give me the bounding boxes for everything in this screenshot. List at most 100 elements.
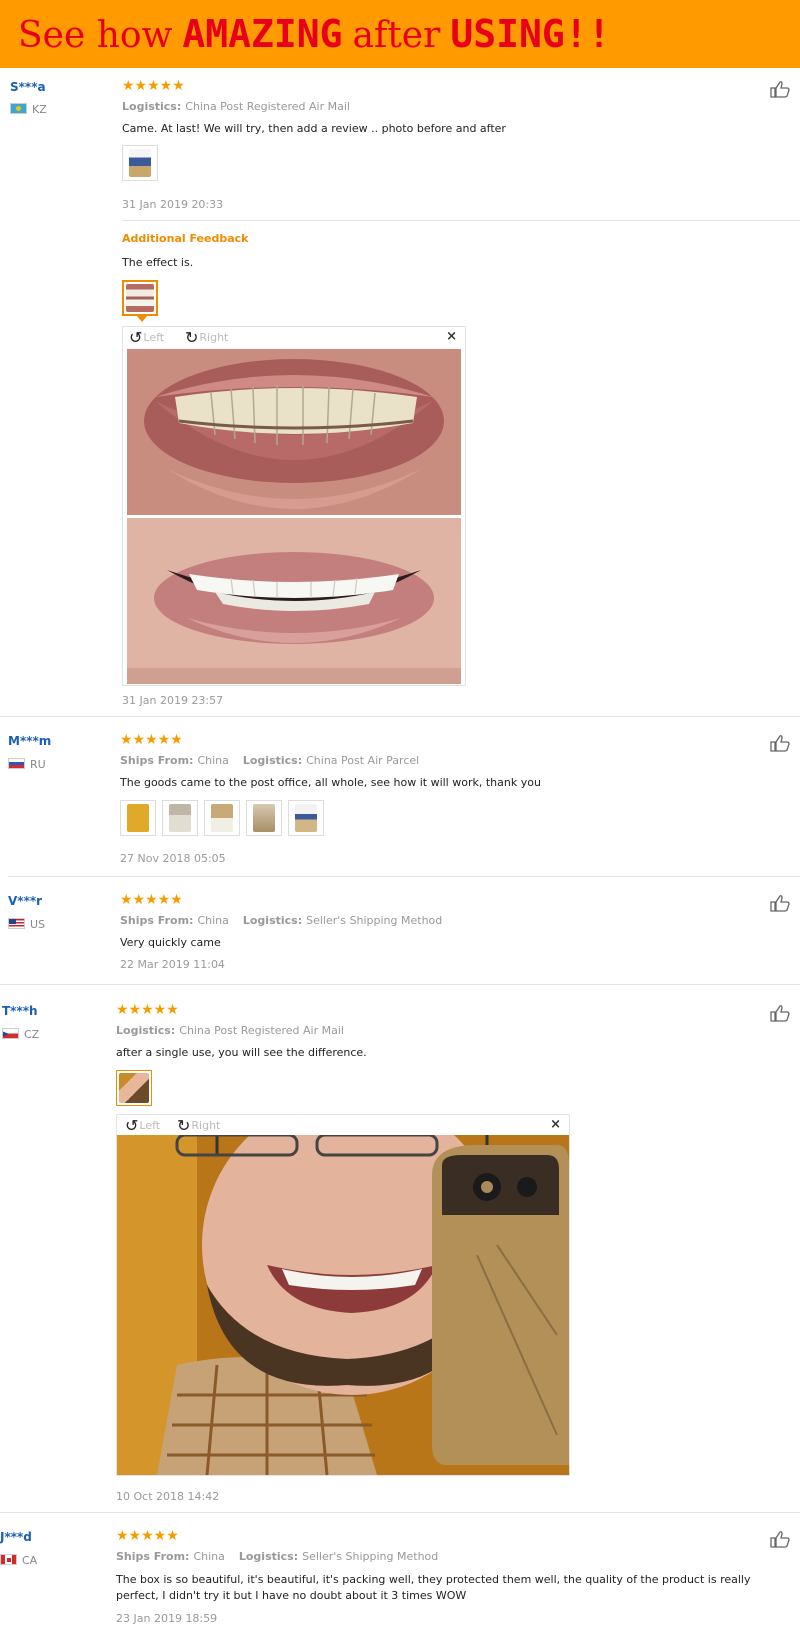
review-photo-thumb[interactable] <box>122 145 158 181</box>
review-meta: Ships From: China Logistics: Seller's Shipp… <box>116 1550 438 1563</box>
logistics-label: Logistics: <box>122 100 182 113</box>
ships-from-label: Ships From: <box>120 754 194 767</box>
flag-kz-icon <box>10 103 27 114</box>
rotate-left-button[interactable]: ↺Left <box>125 1116 160 1135</box>
selfie-photo-thumbnail <box>119 1073 149 1103</box>
banner-text-part2: AMAZING <box>182 12 343 56</box>
parcel-photo <box>211 804 233 832</box>
review-date: 23 Jan 2019 18:59 <box>116 1612 218 1625</box>
rotate-right-label: Right <box>191 1119 221 1132</box>
ships-from-value: China <box>197 914 229 927</box>
rotate-left-label: Left <box>139 1119 161 1132</box>
reviewer-country: KZ <box>10 103 47 116</box>
feedback-divider <box>122 220 800 221</box>
review-date: 27 Nov 2018 05:05 <box>120 852 226 865</box>
review-date: 31 Jan 2019 20:33 <box>122 198 224 211</box>
before-teeth-photo <box>127 349 461 515</box>
review-text: The goods came to the post office, all w… <box>120 776 541 789</box>
photo-viewer-toolbar: ↺Left ↻Right × <box>117 1115 569 1135</box>
star-rating: ★★★★★ <box>116 1528 179 1544</box>
reviewer-name[interactable]: V***r <box>8 894 42 908</box>
reviewer-country: CZ <box>2 1028 39 1041</box>
star-rating: ★★★★★ <box>120 892 183 908</box>
parcel-photo <box>169 804 191 832</box>
banner-text-part1: See how <box>18 15 173 56</box>
review-text: after a single use, you will see the dif… <box>116 1046 367 1059</box>
parcel-photo <box>295 804 317 832</box>
country-code: CZ <box>24 1028 40 1041</box>
review-meta: Logistics: China Post Registered Air Mail <box>116 1024 344 1037</box>
logistics-value: China Post Registered Air Mail <box>179 1024 344 1037</box>
rotate-right-label: Right <box>199 331 229 344</box>
reviewer-name[interactable]: S***a <box>10 80 46 94</box>
rotate-left-label: Left <box>143 331 165 344</box>
photo-viewer-toolbar: ↺Left ↻Right × <box>123 327 465 347</box>
star-rating: ★★★★★ <box>122 78 185 94</box>
additional-photo-thumb[interactable] <box>122 280 158 322</box>
selfie-photo <box>117 1135 569 1475</box>
review-photo-thumb[interactable] <box>116 1070 152 1106</box>
review-photo-thumb[interactable] <box>246 800 282 836</box>
rotate-right-button[interactable]: ↻Right <box>185 328 228 347</box>
reviewer-country: RU <box>8 758 46 771</box>
close-icon[interactable]: × <box>550 1117 561 1132</box>
additional-feedback-heading: Additional Feedback <box>122 232 249 245</box>
rotate-right-button[interactable]: ↻Right <box>177 1116 220 1135</box>
reviewer-name[interactable]: M***m <box>8 734 51 748</box>
review-separator <box>8 876 800 877</box>
logistics-value: Seller's Shipping Method <box>302 1550 439 1563</box>
review-photo-thumb[interactable] <box>162 800 198 836</box>
review-meta: Ships From: China Logistics: Seller's Shipp… <box>120 914 442 927</box>
star-rating: ★★★★★ <box>116 1002 179 1018</box>
photo-viewer: ↺Left ↻Right × <box>122 326 466 686</box>
thumbs-up-icon[interactable] <box>770 1004 792 1022</box>
rotate-left-icon: ↺ <box>129 328 143 347</box>
review-text: Came. At last! We will try, then add a r… <box>122 122 506 135</box>
review-separator <box>0 1512 800 1513</box>
close-icon[interactable]: × <box>446 329 457 344</box>
review-separator <box>0 716 800 717</box>
after-teeth-photo <box>127 518 461 684</box>
promo-banner: See how AMAZING after USING!! <box>0 0 800 68</box>
parcel-photo <box>127 804 149 832</box>
logistics-value: Seller's Shipping Method <box>306 914 443 927</box>
review-photo-thumb[interactable] <box>120 800 156 836</box>
parcel-photo <box>253 804 275 832</box>
review-separator <box>0 984 800 985</box>
teeth-photo-thumbnail <box>126 284 154 312</box>
rotate-left-icon: ↺ <box>125 1116 139 1135</box>
reviewer-name[interactable]: T***h <box>2 1004 38 1018</box>
review-date: 22 Mar 2019 11:04 <box>120 958 225 971</box>
photo-viewer: ↺Left ↻Right × <box>116 1114 570 1476</box>
review-photo-thumb[interactable] <box>204 800 240 836</box>
flag-cz-icon <box>2 1028 19 1039</box>
ships-from-label: Ships From: <box>116 1550 190 1563</box>
banner-text-part4: USING!! <box>450 12 611 56</box>
flag-us-icon <box>8 918 25 929</box>
banner-text-part3: after <box>352 15 441 56</box>
logistics-label: Logistics: <box>238 1550 299 1563</box>
flag-ca-icon <box>0 1554 17 1565</box>
country-code: RU <box>30 758 46 771</box>
additional-feedback-text: The effect is. <box>122 256 194 269</box>
thumbs-up-icon[interactable] <box>770 894 792 912</box>
reviewer-country: US <box>8 918 45 931</box>
country-code: KZ <box>32 103 47 116</box>
thumbs-up-icon[interactable] <box>770 734 792 752</box>
banner-text: See how AMAZING after USING!! <box>18 12 610 64</box>
review-text: Very quickly came <box>120 936 221 949</box>
rotate-right-icon: ↻ <box>177 1116 191 1135</box>
thumbs-up-icon[interactable] <box>770 80 792 98</box>
thumbs-up-icon[interactable] <box>770 1530 792 1548</box>
review-date: 10 Oct 2018 14:42 <box>116 1490 220 1503</box>
ships-from-label: Ships From: <box>120 914 194 927</box>
country-code: CA <box>22 1554 38 1567</box>
reviewer-name[interactable]: J***d <box>0 1530 32 1544</box>
country-code: US <box>30 918 46 931</box>
reviewer-country: CA <box>0 1554 37 1567</box>
product-box-image <box>129 149 151 177</box>
review-photo-thumb[interactable] <box>288 800 324 836</box>
logistics-label: Logistics: <box>242 914 303 927</box>
logistics-label: Logistics: <box>116 1024 176 1037</box>
rotate-left-button[interactable]: ↺Left <box>129 328 164 347</box>
